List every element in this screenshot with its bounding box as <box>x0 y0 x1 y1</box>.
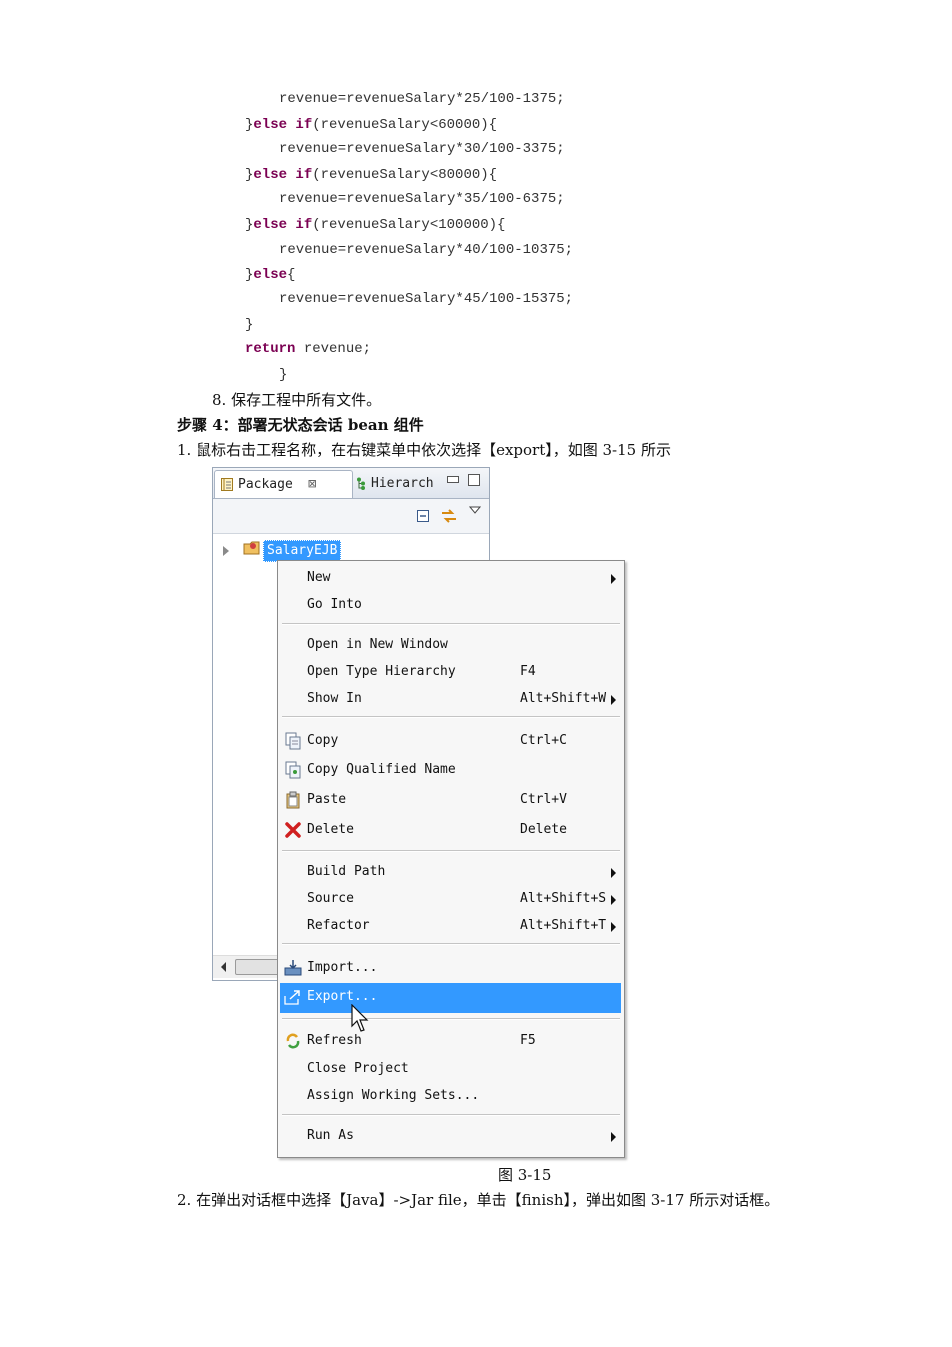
submenu-arrow-icon <box>611 895 616 905</box>
submenu-arrow-icon <box>611 922 616 932</box>
submenu-arrow-icon <box>611 868 616 878</box>
menu-item-go-into[interactable]: Go Into <box>280 593 621 619</box>
collapse-all-icon[interactable] <box>416 509 430 523</box>
export-icon <box>284 990 300 1005</box>
paste-icon <box>286 791 300 809</box>
code-line: revenue=revenueSalary*45/100-15375; <box>279 291 574 307</box>
menu-item-refactor[interactable]: Refactor Alt+Shift+T <box>280 914 621 940</box>
menu-item-assign-working-sets[interactable]: Assign Working Sets... <box>280 1084 621 1110</box>
code-line: revenue=revenueSalary*30/100-3375; <box>279 141 565 157</box>
menu-item-open-in-new-window[interactable]: Open in New Window <box>280 633 621 659</box>
copy-qualified-name-icon <box>285 761 301 779</box>
expand-arrow-icon[interactable] <box>223 546 229 556</box>
menu-item-new[interactable]: New <box>280 566 621 592</box>
submenu-arrow-icon <box>611 695 616 705</box>
tab-hierarchy[interactable]: Hierarch <box>353 470 435 497</box>
step-2-text: 2. 在弹出对话框中选择【Java】->Jar file，单击【finish】，… <box>177 1191 780 1209</box>
code-line: revenue=revenueSalary*35/100-6375; <box>279 191 565 207</box>
section-heading: 步骤 4：部署无状态会话 bean 组件 <box>177 416 424 434</box>
code-line: }else if(revenueSalary<100000){ <box>245 217 506 233</box>
code-line: return revenue; <box>245 341 372 357</box>
delete-icon <box>285 822 301 838</box>
code-line: } <box>279 367 288 383</box>
menu-item-copy-qualified-name[interactable]: Copy Qualified Name <box>280 758 621 784</box>
menu-item-close-project[interactable]: Close Project <box>280 1057 621 1083</box>
menu-separator <box>282 716 620 718</box>
view-tab-bar: Package ⊠ Hierarch <box>213 468 489 499</box>
code-line: }else if(revenueSalary<60000){ <box>245 117 498 133</box>
import-icon <box>284 960 302 976</box>
menu-item-show-in[interactable]: Show In Alt+Shift+W <box>280 687 621 713</box>
view-toolbar <box>213 499 489 534</box>
code-line: }else{ <box>245 267 296 283</box>
tab-package[interactable]: Package ⊠ <box>214 470 353 498</box>
minimize-button[interactable] <box>447 476 459 483</box>
menu-item-refresh[interactable]: Refresh F5 <box>280 1029 621 1055</box>
menu-separator <box>282 943 620 945</box>
code-line: }else if(revenueSalary<80000){ <box>245 167 498 183</box>
project-label[interactable]: SalaryEJB <box>263 540 342 562</box>
menu-item-export[interactable]: Export... <box>280 983 621 1013</box>
link-with-editor-icon[interactable] <box>440 507 458 525</box>
step-1-text: 1. 鼠标右击工程名称，在右键菜单中依次选择【export】，如图 3-15 所… <box>177 441 671 459</box>
close-icon[interactable]: ⊠ <box>308 471 316 498</box>
menu-separator <box>282 623 620 625</box>
project-folder-icon <box>243 541 260 555</box>
submenu-arrow-icon <box>611 574 616 584</box>
tab-hierarchy-label: Hierarch <box>371 476 434 491</box>
step-8-text: 8. 保存工程中所有文件。 <box>212 391 382 409</box>
menu-item-copy[interactable]: Copy Ctrl+C <box>280 729 621 755</box>
menu-separator <box>282 850 620 852</box>
code-line: revenue=revenueSalary*40/100-10375; <box>279 242 574 258</box>
refresh-icon <box>286 1033 300 1049</box>
tab-package-label: Package <box>238 477 293 492</box>
hierarchy-icon <box>357 477 365 490</box>
submenu-arrow-icon <box>611 1132 616 1142</box>
view-menu-icon[interactable] <box>469 505 481 515</box>
code-line: revenue=revenueSalary*25/100-1375; <box>279 91 565 107</box>
menu-item-source[interactable]: Source Alt+Shift+S <box>280 887 621 913</box>
context-menu: New Go Into Open in New Window Open Type… <box>277 560 625 1158</box>
scroll-left-icon[interactable] <box>221 962 226 972</box>
figure-caption: 图 3-15 <box>498 1166 552 1184</box>
package-icon <box>221 478 233 491</box>
code-line: } <box>245 317 254 333</box>
mouse-pointer-icon <box>351 1004 369 1032</box>
menu-separator <box>282 1114 620 1116</box>
maximize-button[interactable] <box>468 474 480 486</box>
menu-item-delete[interactable]: Delete Delete <box>280 818 621 844</box>
menu-separator <box>282 1018 620 1020</box>
menu-item-open-type-hierarchy[interactable]: Open Type Hierarchy F4 <box>280 660 621 686</box>
menu-item-import[interactable]: Import... <box>280 956 621 982</box>
menu-item-run-as[interactable]: Run As <box>280 1124 621 1150</box>
menu-item-paste[interactable]: Paste Ctrl+V <box>280 788 621 814</box>
copy-icon <box>285 732 301 750</box>
menu-item-build-path[interactable]: Build Path <box>280 860 621 886</box>
scroll-thumb[interactable] <box>235 959 283 975</box>
